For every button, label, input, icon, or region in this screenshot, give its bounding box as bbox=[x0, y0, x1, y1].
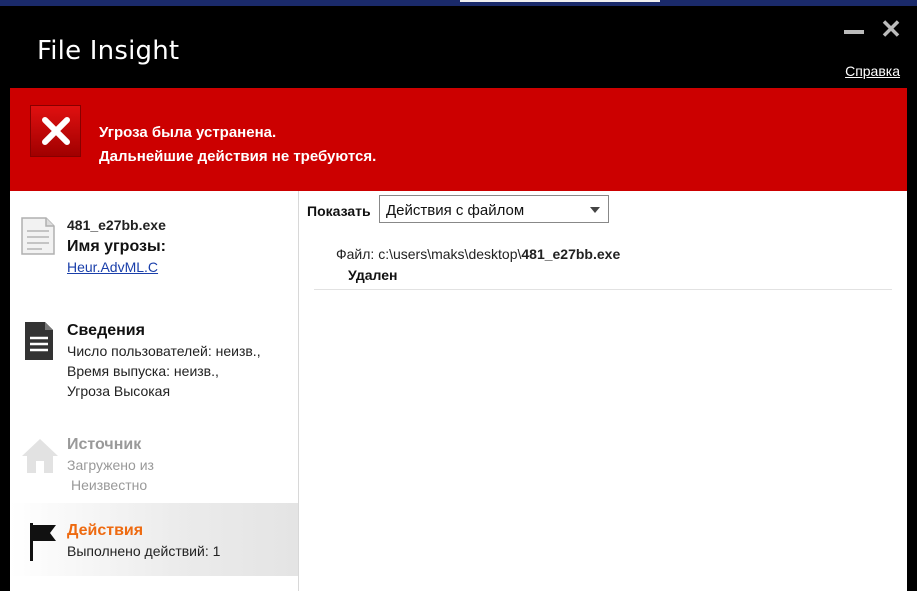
banner-line-1: Угроза была устранена. bbox=[99, 124, 277, 141]
source-title: Источник bbox=[67, 436, 142, 453]
title-bar: File Insight ✕ Справка bbox=[0, 6, 917, 88]
show-select[interactable]: Действия с файлом bbox=[379, 195, 609, 223]
content-area: 481_e27bb.exe Имя угрозы: Heur.AdvML.C С… bbox=[10, 191, 907, 591]
show-label: Показать bbox=[307, 203, 371, 219]
info-release: Время выпуска: неизв., bbox=[67, 363, 219, 379]
flag-icon bbox=[28, 521, 58, 568]
source-line-2: Неизвестно bbox=[71, 477, 148, 493]
show-select-value: Действия с файлом bbox=[386, 202, 525, 219]
info-users: Число пользователей: неизв., bbox=[67, 343, 261, 359]
info-level: Угроза Высокая bbox=[67, 383, 171, 399]
banner-message: Угроза была устранена. Дальнейшие действ… bbox=[99, 121, 376, 169]
main-panel: Показать Действия с файлом Файл: c:\user… bbox=[299, 191, 907, 591]
divider bbox=[314, 289, 892, 290]
actions-count: Выполнено действий: 1 bbox=[67, 543, 221, 559]
file-status: Удален bbox=[348, 267, 398, 283]
error-x-icon bbox=[30, 105, 81, 157]
sidebar: 481_e27bb.exe Имя угрозы: Heur.AdvML.C С… bbox=[10, 191, 299, 591]
file-path-prefix: Файл: c:\users\maks\desktop\ bbox=[336, 246, 522, 262]
app-title: File Insight bbox=[37, 36, 180, 66]
actions-section[interactable]: Действия Выполнено действий: 1 bbox=[10, 503, 298, 576]
help-link[interactable]: Справка bbox=[845, 63, 900, 79]
file-section: 481_e27bb.exe Имя угрозы: Heur.AdvML.C bbox=[10, 205, 298, 295]
info-section: Сведения Число пользователей: неизв., Вр… bbox=[10, 311, 298, 411]
source-section: Источник Загружено из Неизвестно bbox=[10, 425, 298, 505]
close-button[interactable]: ✕ bbox=[880, 16, 902, 42]
threat-banner: Угроза была устранена. Дальнейшие действ… bbox=[10, 88, 907, 191]
file-document-icon bbox=[20, 215, 56, 262]
info-title: Сведения bbox=[67, 322, 145, 339]
minimize-button[interactable] bbox=[843, 18, 865, 40]
file-name: 481_e27bb.exe bbox=[67, 217, 166, 233]
actions-title: Действия bbox=[67, 522, 144, 539]
source-line-1: Загружено из bbox=[67, 457, 154, 473]
banner-line-2: Дальнейшие действия не требуются. bbox=[99, 148, 377, 165]
file-path-name: 481_e27bb.exe bbox=[521, 246, 621, 262]
chevron-down-icon bbox=[590, 207, 600, 213]
home-icon bbox=[20, 437, 60, 480]
threat-name-label: Имя угрозы: bbox=[67, 238, 166, 255]
file-path: Файл: c:\users\maks\desktop\481_e27bb.ex… bbox=[336, 246, 620, 262]
info-document-icon bbox=[24, 321, 54, 366]
threat-name-link[interactable]: Heur.AdvML.C bbox=[67, 257, 166, 277]
